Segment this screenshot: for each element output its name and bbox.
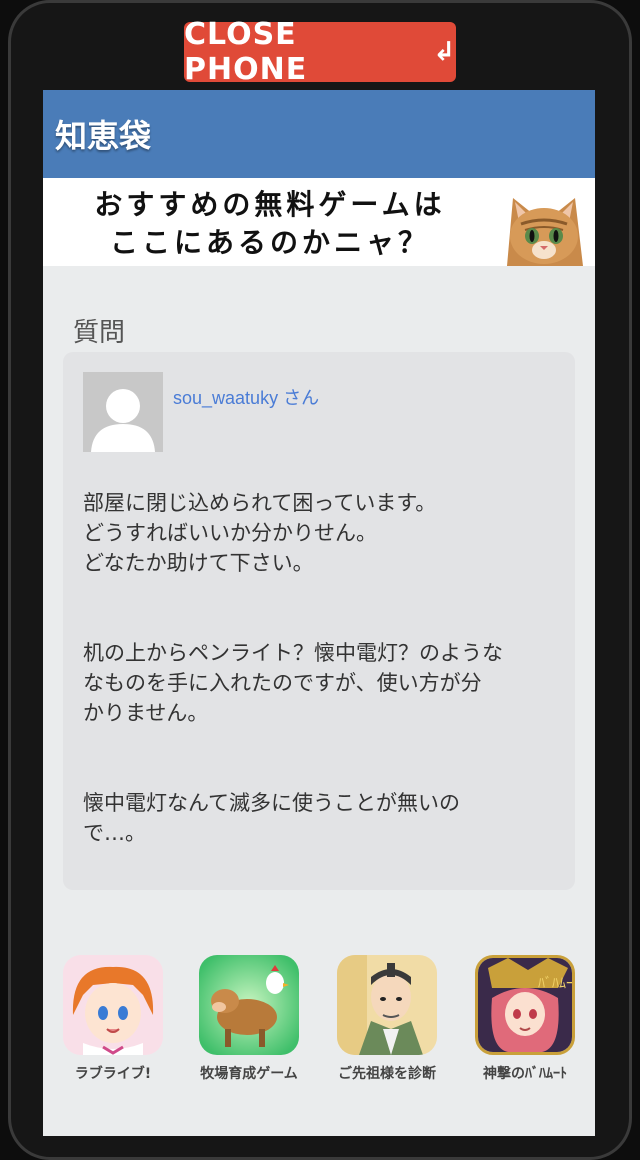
section-title: 質問 xyxy=(73,318,126,348)
question-body: 部屋に閉じ込められて困っています。 どうすればいいか分かりせん。 どなたか助けて… xyxy=(83,488,553,848)
question-card: sou_waatuky さん 部屋に閉じ込められて困っています。 どうすればいい… xyxy=(63,352,575,890)
question-line: かりません。 xyxy=(83,701,209,725)
close-phone-button[interactable]: CLOSE PHONE ↲ xyxy=(184,17,456,87)
cat-icon xyxy=(507,198,583,266)
username-link[interactable]: sou_waatuky さん xyxy=(173,384,319,410)
question-line: 部屋に閉じ込められて困っています。 xyxy=(83,491,437,515)
app-item[interactable]: ﾊﾞﾊﾑｰﾄ 神撃のﾊﾞﾊﾑｰﾄ xyxy=(455,955,595,1083)
question-line: どなたか助けて下さい。 xyxy=(83,551,314,575)
question-line: どうすればいいか分かりせん。 xyxy=(83,521,377,545)
app-item[interactable]: 牧場育成ゲーム xyxy=(179,955,319,1083)
default-user-icon xyxy=(91,389,155,452)
banner-line-1: おすすめの無料ゲームは xyxy=(94,188,446,221)
banner-text: おすすめの無料ゲームは ここにあるのかニャ？ xyxy=(65,186,475,262)
question-line: なものを手に入れたのですが、使い方が分 xyxy=(83,671,482,695)
app-item[interactable]: ラブライブ! xyxy=(43,955,183,1083)
avatar[interactable] xyxy=(83,372,163,452)
svg-text:ﾊﾞﾊﾑｰﾄ: ﾊﾞﾊﾑｰﾄ xyxy=(538,976,572,992)
page-title: 知恵袋 xyxy=(55,117,152,155)
app-header: 知恵袋 xyxy=(43,90,595,178)
banner-line-2: ここにあるのかニャ？ xyxy=(109,226,430,259)
app-recommendations: ラブライブ! 牧場育成ゲーム ご先祖様を診断 ﾊﾞﾊﾑ 神撃のﾊﾞﾊﾑｰﾄ xyxy=(43,955,595,1095)
love-live-icon xyxy=(63,955,163,1055)
return-arrow-icon: ↲ xyxy=(433,37,456,67)
phone-screen: 知恵袋 おすすめの無料ゲームは ここにあるのかニャ？ 質問 sou_waatuk… xyxy=(43,90,595,1136)
question-line: で…。 xyxy=(83,821,146,845)
app-label: 神撃のﾊﾞﾊﾑｰﾄ xyxy=(483,1066,567,1082)
close-phone-label: CLOSE PHONE xyxy=(184,17,308,87)
ranch-game-icon xyxy=(199,955,299,1055)
app-item[interactable]: ご先祖様を診断 xyxy=(317,955,457,1083)
app-label: ご先祖様を診断 xyxy=(338,1066,436,1082)
question-line: 机の上からペンライト？懐中電灯？のような xyxy=(83,641,503,665)
question-line: 懐中電灯なんて滅多に使うことが無いの xyxy=(83,791,460,815)
app-label: ラブライブ! xyxy=(74,1066,152,1082)
ancestor-icon xyxy=(337,955,437,1055)
app-label: 牧場育成ゲーム xyxy=(200,1066,298,1082)
ad-banner[interactable]: おすすめの無料ゲームは ここにあるのかニャ？ xyxy=(43,178,595,266)
bahamut-icon: ﾊﾞﾊﾑｰﾄ xyxy=(475,955,575,1055)
